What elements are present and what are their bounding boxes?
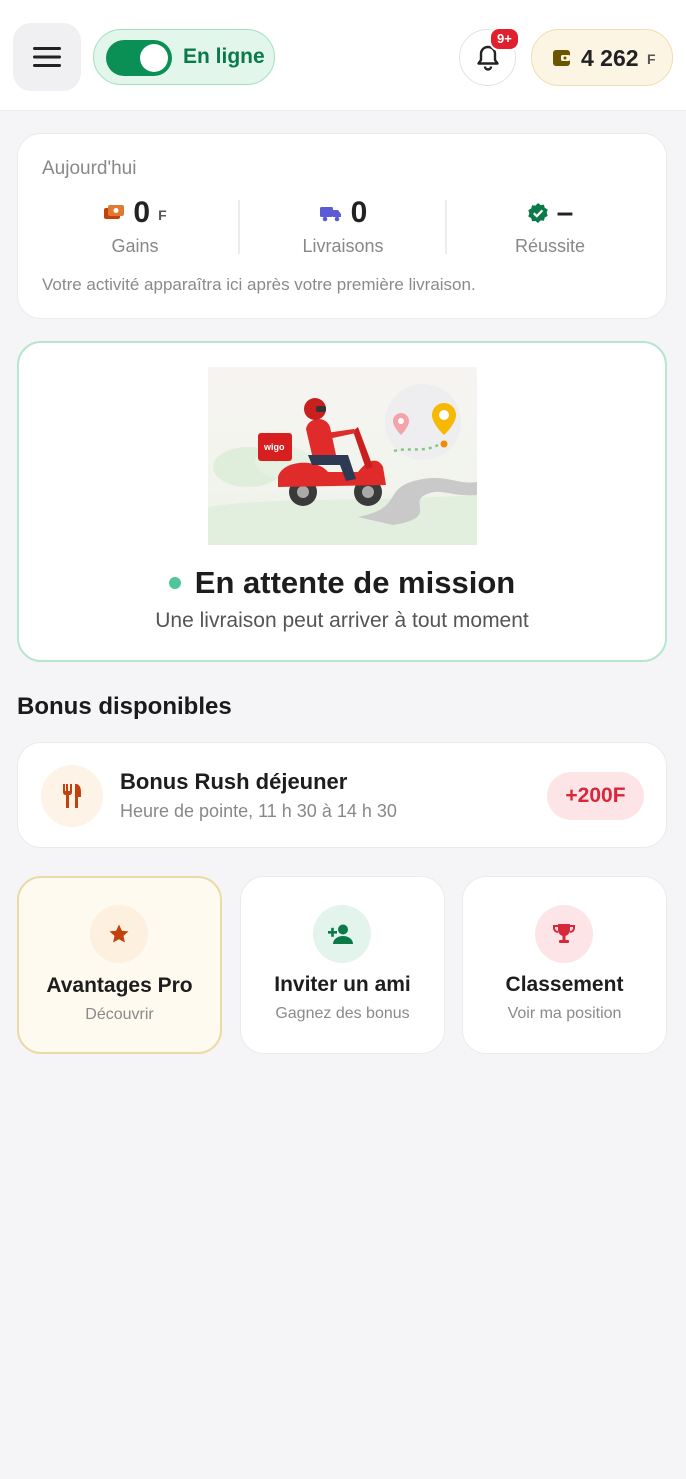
illustration-brand-text: wigo xyxy=(263,442,285,452)
wallet-icon xyxy=(553,50,570,66)
hamburger-menu-icon xyxy=(33,47,61,67)
notification-count-badge: 9+ xyxy=(489,27,520,51)
tile-title: Avantages Pro xyxy=(46,974,193,997)
stat-deliveries: 0 Livraisons xyxy=(243,196,443,257)
earnings-value: 0 xyxy=(133,196,151,229)
success-value: – xyxy=(556,196,574,229)
mission-status-card: wigo En attente de mission Une livraison… xyxy=(17,341,667,662)
verified-check-icon xyxy=(527,203,548,223)
success-label: Réussite xyxy=(514,236,586,256)
mission-subtitle: Une livraison peut arriver à tout moment xyxy=(155,609,529,632)
deliveries-label: Livraisons xyxy=(302,236,384,256)
top-bar: En ligne 9+ 4 262 F xyxy=(0,0,686,111)
bonus-subtitle: Heure de pointe, 11 h 30 à 14 h 30 xyxy=(120,801,397,821)
tile-subtitle: Gagnez des bonus xyxy=(275,1005,410,1022)
bonus-amount-badge: +200F xyxy=(547,772,644,820)
mission-title-row: En attente de mission xyxy=(19,565,665,601)
add-user-icon xyxy=(328,924,353,944)
online-status-label: En ligne xyxy=(183,45,265,68)
bonus-title: Bonus Rush déjeuner xyxy=(120,769,348,794)
star-icon xyxy=(109,924,129,943)
activity-note: Votre activité apparaîtra ici après votr… xyxy=(42,275,476,294)
cutlery-icon xyxy=(63,784,81,808)
tile-leaderboard[interactable]: Classement Voir ma position xyxy=(462,876,667,1054)
menu-button[interactable] xyxy=(13,23,81,91)
mission-title: En attente de mission xyxy=(194,565,516,600)
delivery-truck-icon xyxy=(319,207,341,222)
today-title: Aujourd'hui xyxy=(42,158,137,179)
scooter-delivery-illustration: wigo xyxy=(208,367,477,545)
today-summary-card: Aujourd'hui 0 F Gains 0 Livraisons – Réu… xyxy=(17,133,667,319)
tile-subtitle: Voir ma position xyxy=(507,1005,622,1022)
online-switch[interactable] xyxy=(106,40,172,76)
bonus-icon-container xyxy=(41,765,103,827)
trophy-icon xyxy=(553,924,575,943)
stat-divider xyxy=(445,200,447,254)
tile-title: Inviter un ami xyxy=(274,973,411,996)
stat-earnings: 0 F Gains xyxy=(35,196,235,257)
tile-subtitle: Découvrir xyxy=(85,1006,154,1023)
earnings-label: Gains xyxy=(111,236,159,256)
money-icon xyxy=(104,205,125,219)
switch-knob xyxy=(140,44,168,72)
stat-divider xyxy=(238,200,240,254)
stat-success-rate: – Réussite xyxy=(450,196,650,257)
tile-icon-container xyxy=(90,905,148,963)
wallet-amount: 4 262 xyxy=(581,45,639,71)
wallet-currency: F xyxy=(647,51,656,67)
online-status-toggle[interactable]: En ligne xyxy=(93,29,275,85)
tile-pro-benefits[interactable]: Avantages Pro Découvrir xyxy=(17,876,222,1054)
deliveries-value: 0 xyxy=(350,196,368,229)
waiting-status-dot xyxy=(168,577,181,589)
tile-title: Classement xyxy=(505,973,624,996)
bonus-item[interactable]: Bonus Rush déjeuner Heure de pointe, 11 … xyxy=(17,742,667,848)
earnings-unit: F xyxy=(158,207,167,223)
bonus-section-title: Bonus disponibles xyxy=(17,693,232,720)
tile-icon-container xyxy=(535,905,593,963)
wallet-balance-button[interactable]: 4 262 F xyxy=(531,29,673,86)
tile-icon-container xyxy=(313,905,371,963)
tile-invite-friend[interactable]: Inviter un ami Gagnez des bonus xyxy=(240,876,445,1054)
